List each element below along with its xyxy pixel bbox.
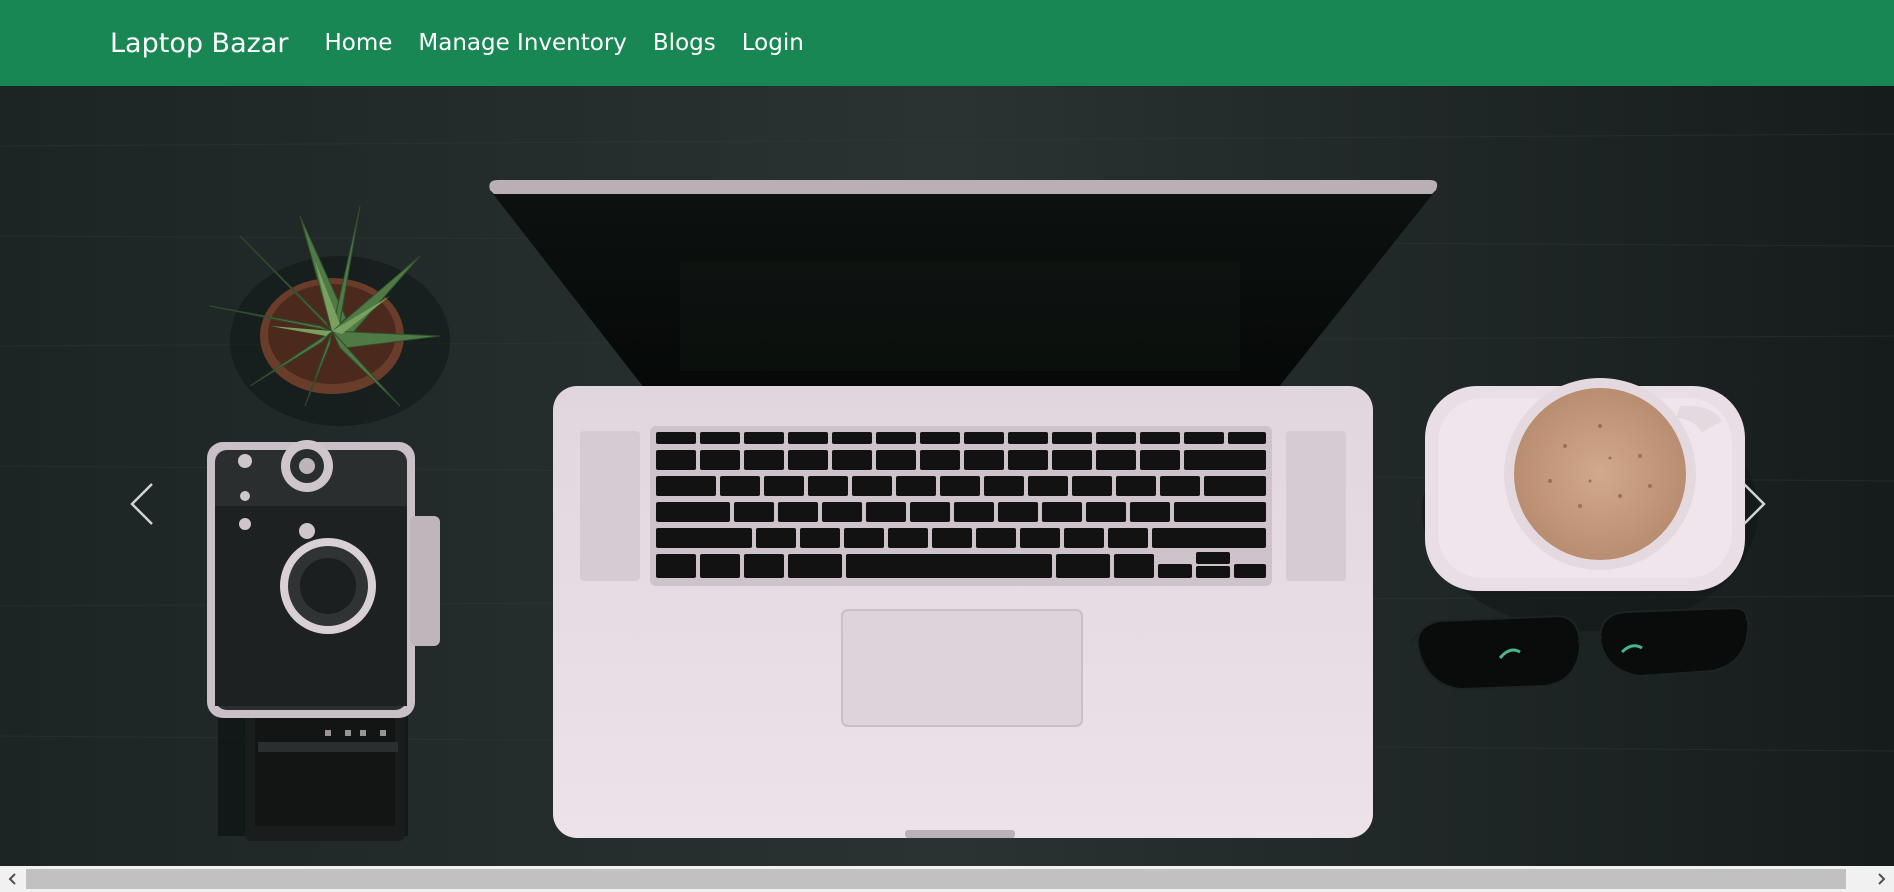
chevron-left-icon	[130, 483, 153, 525]
scroll-right-button[interactable]	[1868, 866, 1894, 892]
scroll-left-button[interactable]	[0, 866, 26, 892]
nav-link-home[interactable]: Home	[324, 30, 392, 56]
arrow-left-icon	[8, 873, 16, 885]
scrollbar-thumb[interactable]	[26, 869, 1846, 889]
carousel-prev-button[interactable]	[112, 474, 172, 534]
nav-link-login[interactable]: Login	[742, 30, 804, 56]
arrow-right-icon	[1878, 873, 1886, 885]
navbar: Laptop Bazar Home Manage Inventory Blogs…	[0, 0, 1894, 86]
scrollbar-track[interactable]	[26, 866, 1868, 892]
horizontal-scrollbar[interactable]	[0, 866, 1894, 892]
laptop-desk-photo	[0, 86, 1894, 866]
nav-link-blogs[interactable]: Blogs	[653, 30, 716, 56]
brand-link[interactable]: Laptop Bazar	[110, 28, 288, 59]
nav-links: Home Manage Inventory Blogs Login	[324, 30, 829, 56]
nav-link-manage-inventory[interactable]: Manage Inventory	[418, 30, 627, 56]
chevron-right-icon	[1743, 483, 1766, 525]
hero-carousel	[0, 86, 1894, 866]
carousel-next-button[interactable]	[1724, 474, 1784, 534]
